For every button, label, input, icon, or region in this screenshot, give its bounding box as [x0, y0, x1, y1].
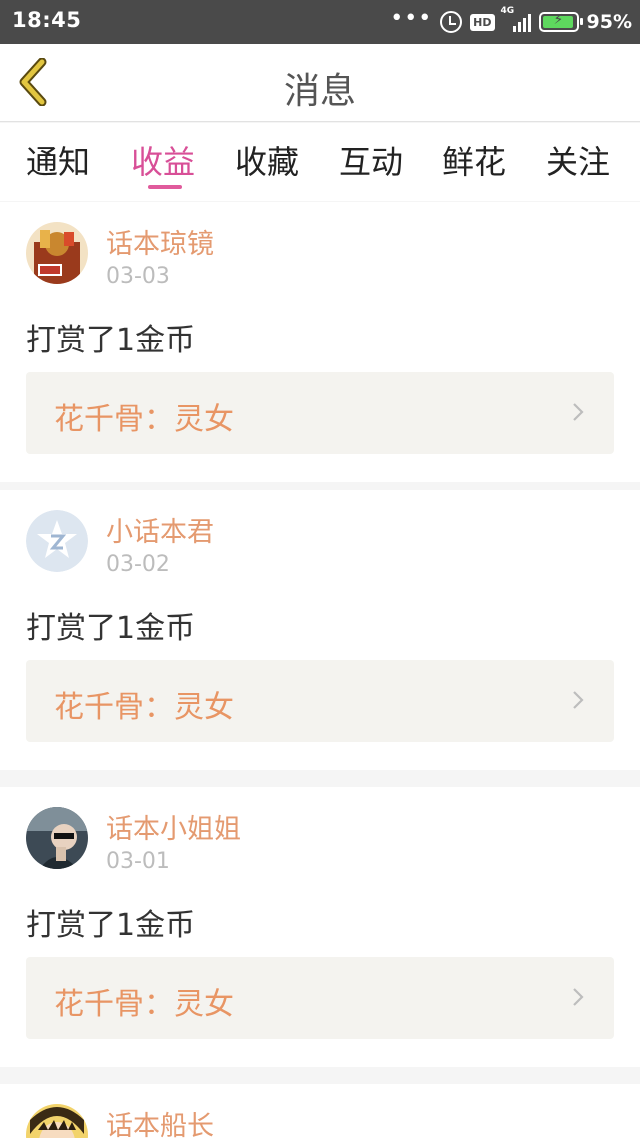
avatar[interactable]	[26, 222, 88, 284]
tab-notifications[interactable]: 通知	[26, 137, 90, 183]
alarm-icon	[440, 11, 463, 33]
more-dots-icon: •••	[390, 6, 433, 31]
tab-favorites[interactable]: 收藏	[235, 137, 299, 183]
tab-following[interactable]: 关注	[546, 137, 610, 183]
page-title: 消息	[283, 71, 356, 112]
username[interactable]: 话本琼镜	[106, 222, 214, 261]
network-label: 4G	[500, 6, 515, 16]
tab-flowers[interactable]: 鲜花	[442, 137, 506, 183]
tab-bar: 通知 收益 收藏 互动 鲜花 关注	[0, 123, 640, 201]
story-title: 花千骨：灵女	[54, 402, 234, 437]
chevron-right-icon	[573, 691, 584, 709]
message-card: 话本船长	[0, 1084, 640, 1138]
message-text: 打赏了1金币	[26, 323, 196, 358]
story-link[interactable]: 花千骨：灵女	[26, 372, 614, 454]
tab-interactions[interactable]: 互动	[339, 137, 403, 183]
message-card: 话本琼镜 03-03 打赏了1金币 花千骨：灵女	[0, 202, 640, 482]
username[interactable]: 话本船长	[106, 1104, 214, 1138]
message-card: 小话本君 03-02 打赏了1金币 花千骨：灵女	[0, 490, 640, 770]
message-date: 03-01	[106, 849, 170, 874]
story-title: 花千骨：灵女	[54, 987, 234, 1022]
avatar[interactable]	[26, 807, 88, 869]
battery-icon: ⚡	[538, 12, 583, 32]
message-text: 打赏了1金币	[26, 611, 196, 646]
story-title: 花千骨：灵女	[54, 690, 234, 725]
story-link[interactable]: 花千骨：灵女	[26, 660, 614, 742]
story-link[interactable]: 花千骨：灵女	[26, 957, 614, 1039]
avatar[interactable]	[26, 1104, 88, 1138]
username[interactable]: 小话本君	[106, 510, 214, 549]
avatar[interactable]	[26, 510, 88, 572]
charging-bolt-icon: ⚡	[553, 12, 564, 28]
message-text: 打赏了1金币	[26, 908, 196, 943]
tab-earnings[interactable]: 收益	[131, 137, 195, 183]
battery-percent: 95%	[586, 11, 632, 33]
message-card: 话本小姐姐 03-01 打赏了1金币 花千骨：灵女	[0, 787, 640, 1067]
status-time: 18:45	[12, 8, 82, 32]
hd-icon: HD	[470, 13, 495, 31]
active-tab-indicator	[148, 185, 182, 189]
title-bar: 消息	[0, 44, 640, 122]
signal-icon: 4G	[501, 6, 531, 32]
chevron-right-icon	[573, 988, 584, 1006]
username[interactable]: 话本小姐姐	[106, 807, 241, 846]
message-date: 03-03	[106, 264, 170, 289]
message-date: 03-02	[106, 552, 170, 577]
status-bar: 18:45 ••• HD 4G ⚡ 95%	[0, 0, 640, 44]
chevron-right-icon	[573, 403, 584, 421]
status-icons: ••• HD 4G ⚡ 95%	[390, 6, 632, 35]
